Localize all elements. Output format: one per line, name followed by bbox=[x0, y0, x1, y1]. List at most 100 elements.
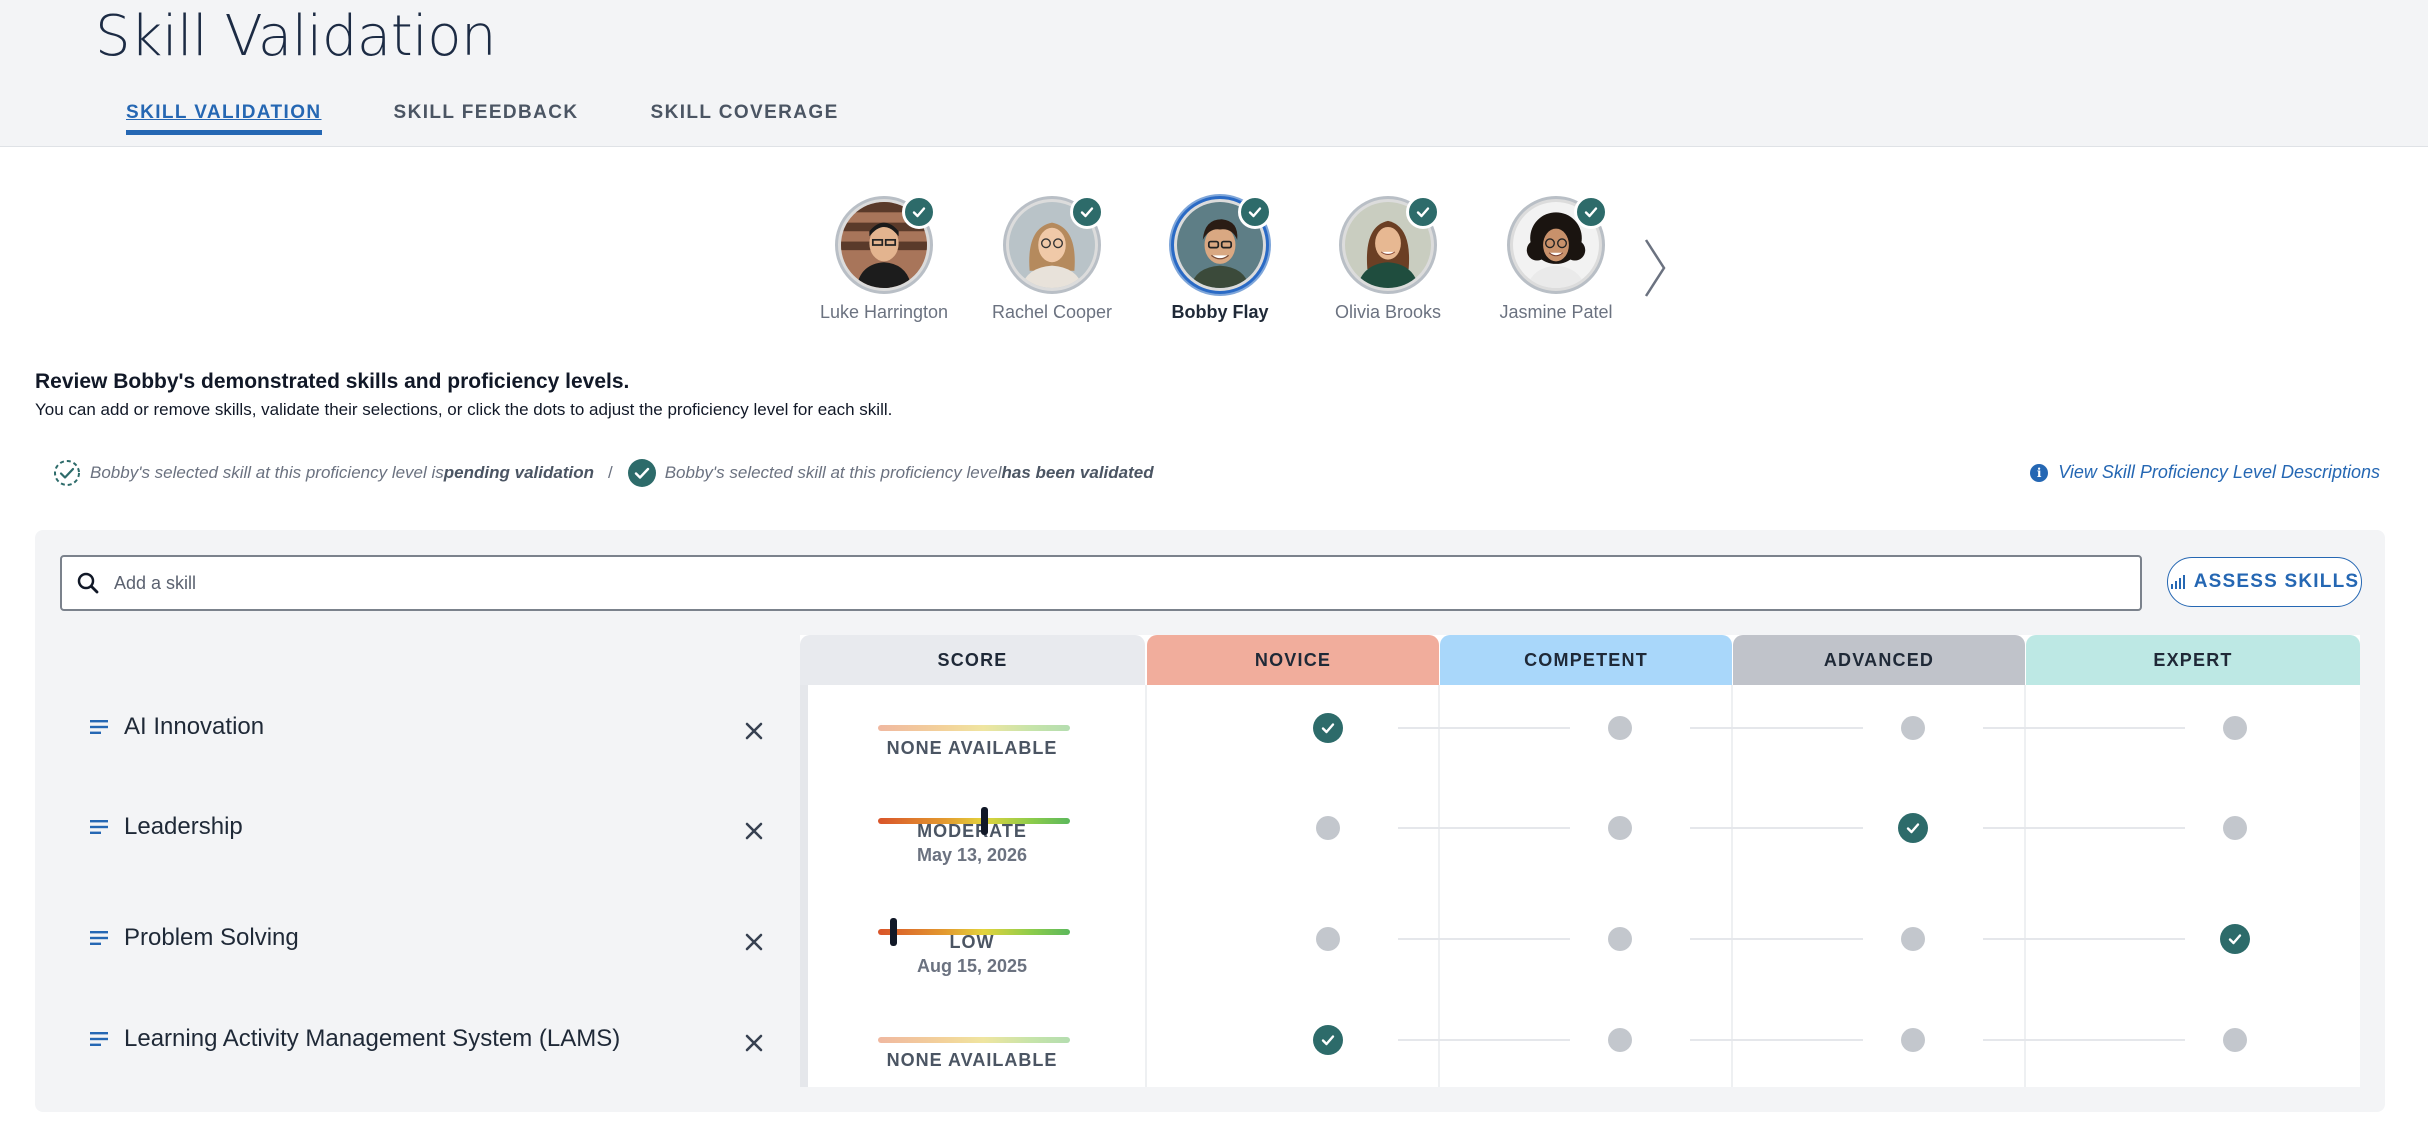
avatar bbox=[1339, 195, 1440, 294]
assess-skills-button[interactable]: ASSESS SKILLS bbox=[2167, 557, 2362, 607]
validated-level-dot[interactable] bbox=[1313, 1025, 1343, 1055]
person-name: Rachel Cooper bbox=[991, 302, 1113, 322]
validation-legend: Bobby's selected skill at this proficien… bbox=[52, 458, 1154, 488]
review-subtitle: You can add or remove skills, validate t… bbox=[35, 400, 893, 419]
legend-validated-text: Bobby's selected skill at this proficien… bbox=[664, 463, 1002, 482]
level-connector bbox=[1398, 1039, 1570, 1041]
remove-skill-close-icon[interactable] bbox=[743, 720, 765, 742]
tab-skill-validation[interactable]: SKILL VALIDATION bbox=[126, 102, 322, 135]
page-title: Skill Validation bbox=[95, 4, 496, 69]
add-skill-search bbox=[60, 555, 2142, 611]
description-lines-icon[interactable] bbox=[90, 931, 108, 945]
person-name: Bobby Flay bbox=[1171, 302, 1269, 322]
column-divider bbox=[1731, 685, 1733, 1087]
info-icon: i bbox=[2030, 463, 2049, 482]
avatar bbox=[1171, 195, 1272, 294]
proficiency-level-dot[interactable] bbox=[1608, 1028, 1632, 1052]
person-bobby-flay[interactable]: Bobby Flay bbox=[1136, 195, 1304, 323]
person-rachel-cooper[interactable]: Rachel Cooper bbox=[968, 195, 1136, 323]
validated-level-dot[interactable] bbox=[1313, 713, 1343, 743]
level-connector bbox=[1690, 938, 1863, 940]
tab-skill-feedback[interactable]: SKILL FEEDBACK bbox=[394, 102, 579, 135]
validated-check-icon bbox=[627, 459, 656, 487]
description-lines-icon[interactable] bbox=[90, 1032, 108, 1046]
validated-check-icon bbox=[1070, 195, 1104, 229]
description-lines-icon[interactable] bbox=[90, 820, 108, 834]
person-name: Olivia Brooks bbox=[1334, 302, 1442, 322]
level-connector bbox=[1983, 1039, 2185, 1041]
tab-bar: SKILL VALIDATION SKILL FEEDBACK SKILL CO… bbox=[126, 102, 911, 135]
proficiency-level-dot[interactable] bbox=[1901, 1028, 1925, 1052]
proficiency-level-dot[interactable] bbox=[2223, 716, 2247, 740]
proficiency-level-dot[interactable] bbox=[1316, 816, 1340, 840]
pending-check-icon bbox=[54, 460, 80, 486]
check-icon bbox=[1321, 723, 1335, 734]
view-proficiency-descriptions-link[interactable]: i View Skill Proficiency Level Descripti… bbox=[2030, 462, 2380, 483]
proficiency-level-dot[interactable] bbox=[1901, 927, 1925, 951]
level-connector bbox=[1398, 727, 1570, 729]
validated-check-icon bbox=[1406, 195, 1440, 229]
proficiency-level-dot[interactable] bbox=[1901, 716, 1925, 740]
score-label: NONE AVAILABLE bbox=[886, 1050, 1058, 1070]
score-marker bbox=[980, 807, 988, 835]
level-connector bbox=[1398, 938, 1570, 940]
proficiency-level-dot[interactable] bbox=[1608, 927, 1632, 951]
score-label: MODERATE bbox=[917, 821, 1027, 841]
avatar bbox=[1003, 195, 1104, 294]
proficiency-grid: SCORE NOVICE COMPETENT ADVANCED EXPERT N… bbox=[800, 635, 2360, 1087]
add-skill-input[interactable] bbox=[114, 572, 2014, 594]
check-icon bbox=[1906, 823, 1920, 834]
skill-name: Leadership bbox=[124, 813, 243, 840]
proficiency-level-dot[interactable] bbox=[1608, 716, 1632, 740]
level-connector bbox=[1398, 827, 1570, 829]
person-luke-harrington[interactable]: Luke Harrington bbox=[800, 195, 968, 323]
proficiency-level-dot[interactable] bbox=[1608, 816, 1632, 840]
description-lines-icon[interactable] bbox=[90, 720, 108, 734]
legend-separator: / bbox=[607, 463, 613, 482]
tab-skill-coverage[interactable]: SKILL COVERAGE bbox=[651, 102, 839, 135]
score-date: Aug 15, 2025 bbox=[916, 956, 1028, 976]
skill-name: AI Innovation bbox=[124, 713, 265, 740]
legend-pending-text: Bobby's selected skill at this proficien… bbox=[90, 463, 444, 482]
column-header-expert: EXPERT bbox=[2026, 635, 2360, 685]
skill-name: Learning Activity Management System (LAM… bbox=[124, 1025, 621, 1052]
score-scale-bar bbox=[878, 929, 1070, 935]
column-divider bbox=[2024, 685, 2026, 1087]
assess-skills-label: ASSESS SKILLS bbox=[2193, 571, 2360, 592]
check-icon bbox=[1321, 1035, 1335, 1046]
score-date: May 13, 2026 bbox=[916, 845, 1028, 865]
chevron-right-icon[interactable] bbox=[1640, 236, 1670, 300]
remove-skill-close-icon[interactable] bbox=[743, 820, 765, 842]
validated-check-icon bbox=[1238, 195, 1272, 229]
proficiency-level-dot[interactable] bbox=[2223, 816, 2247, 840]
score-label: NONE AVAILABLE bbox=[886, 738, 1058, 758]
skill-row-label: AI Innovation bbox=[90, 713, 264, 741]
proficiency-level-dot[interactable] bbox=[1316, 927, 1340, 951]
validated-check-icon bbox=[1574, 195, 1608, 229]
validated-check-icon bbox=[902, 195, 936, 229]
proficiency-level-dot[interactable] bbox=[2223, 1028, 2247, 1052]
column-divider bbox=[1145, 685, 1147, 1087]
person-olivia-brooks[interactable]: Olivia Brooks bbox=[1304, 195, 1472, 323]
person-name: Luke Harrington bbox=[819, 302, 949, 322]
score-scale-bar bbox=[878, 1037, 1070, 1043]
level-connector bbox=[1690, 1039, 1863, 1041]
avatar bbox=[1507, 195, 1608, 294]
avatar bbox=[835, 195, 936, 294]
level-connector bbox=[1983, 727, 2185, 729]
person-name: Jasmine Patel bbox=[1499, 302, 1613, 322]
page-header: Skill Validation SKILL VALIDATION SKILL … bbox=[0, 0, 2428, 147]
column-divider bbox=[1438, 685, 1440, 1087]
remove-skill-close-icon[interactable] bbox=[743, 1032, 765, 1054]
legend-pending-bold: pending validation bbox=[443, 463, 594, 482]
skill-row-label: Learning Activity Management System (LAM… bbox=[90, 1025, 620, 1053]
skills-panel: ASSESS SKILLS AI Innovation Leadership P… bbox=[35, 530, 2385, 1112]
validated-level-dot[interactable] bbox=[2220, 924, 2250, 954]
view-link-label: View Skill Proficiency Level Description… bbox=[2058, 462, 2380, 482]
score-marker bbox=[890, 918, 898, 946]
remove-skill-close-icon[interactable] bbox=[743, 931, 765, 953]
validated-level-dot[interactable] bbox=[1898, 813, 1928, 843]
search-icon bbox=[77, 572, 99, 594]
column-header-competent: COMPETENT bbox=[1440, 635, 1732, 685]
person-jasmine-patel[interactable]: Jasmine Patel bbox=[1472, 195, 1640, 323]
